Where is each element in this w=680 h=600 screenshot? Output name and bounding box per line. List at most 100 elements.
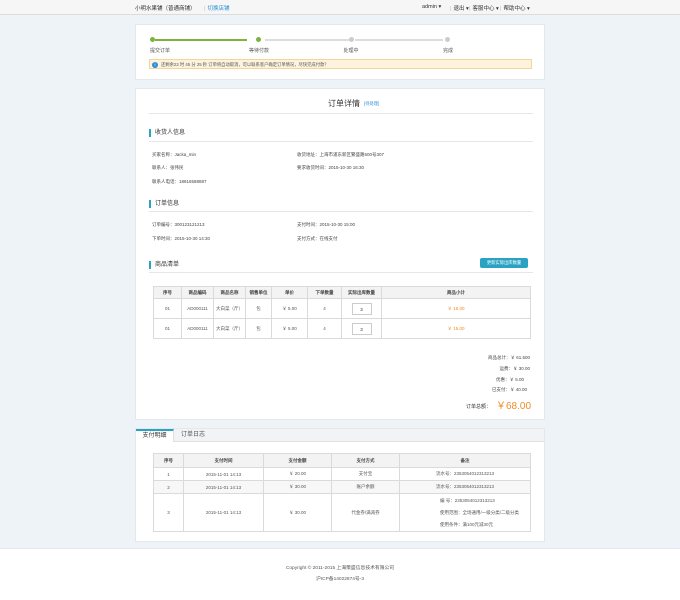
order-number-value: 300123121213 <box>174 222 205 227</box>
column-header: 销售单位 <box>245 286 272 299</box>
row-no: 1 <box>153 467 184 481</box>
order-total-label: 订单总额： <box>466 404 492 410</box>
coupon-condition: 使用条件：满100元减30元 <box>440 521 494 527</box>
payment-method: 支付方式：在线支付 <box>297 236 338 242</box>
sales-unit: 包 <box>245 318 272 339</box>
actual-quantity-input[interactable]: 3 <box>351 322 372 335</box>
payment-amount: ￥ 30.00 <box>263 493 332 532</box>
chevron-down-icon: ▾ <box>495 6 499 12</box>
sales-unit: 包 <box>245 298 272 319</box>
user-menu[interactable]: admin ▾ <box>422 4 441 10</box>
contact-name: 联系人：张伟民 <box>152 165 184 171</box>
step-label-await-payment: 等待付款 <box>248 48 270 54</box>
help-center-label: 帮助中心 <box>503 6 526 12</box>
payment-remarks: 编 号：2353054012313213 使用范围：全场通用/一级分类/二级分类… <box>399 493 531 532</box>
shop-name: 小明水果铺（普通商铺） <box>135 6 196 12</box>
table-row: 01 AD000111 大白菜（斤） 包 ￥ 5.00 4 3 ￥ 15.00 <box>153 318 531 339</box>
row-no: 3 <box>153 493 184 532</box>
order-quantity: 4 <box>307 318 342 339</box>
product-code: AD000111 <box>181 318 214 339</box>
payment-method: 账户余额 <box>331 480 400 494</box>
copyright-text: Copyright © 2011-2015 上海策盛信息技术有限公司 <box>285 566 395 571</box>
order-placed-time: 下单时间：2015-10-30 14:30 <box>152 236 210 242</box>
payment-amount: ￥ 20.00 <box>263 467 332 481</box>
chevron-down-icon: ▾ <box>438 4 442 10</box>
switch-shop-label: 切换店铺 <box>207 6 230 12</box>
goods-section-heading: 商品清单 <box>149 261 179 269</box>
column-header: 序号 <box>153 453 184 468</box>
payment-countdown-notice: i 还剩余23 时 45 分 25 秒 订单将自动取消，可以联系客户确定订单情况… <box>149 59 532 69</box>
actual-quantity-cell: 3 <box>341 318 382 339</box>
discount-label: 优惠： <box>495 377 510 382</box>
row-no: 01 <box>153 318 182 339</box>
contact-phone: 联系人电话：18816588887 <box>152 179 207 185</box>
order-quantity: 4 <box>307 298 342 319</box>
column-header: 商品名称 <box>213 286 246 299</box>
order-total-value: ￥68.00 <box>496 401 532 412</box>
switch-shop-link[interactable]: | 切换店铺 <box>204 4 229 12</box>
buyer-name: 买家名称：Jacka_min <box>152 152 196 158</box>
column-header: 商品编码 <box>181 286 214 299</box>
column-header: 支付时间 <box>183 453 264 468</box>
paid-value: ￥ 40.00 <box>509 387 527 392</box>
actual-quantity-cell: 3 <box>341 298 382 319</box>
notice-text: 还剩余23 时 45 分 25 秒 订单将自动取消，可以联系客户确定订单情况，尽… <box>161 62 329 67</box>
help-center-menu[interactable]: | 帮助中心 ▾ <box>500 4 530 12</box>
delivery-time-value: 2015-10-30 16:30 <box>328 165 365 170</box>
goods-total-value: ￥ 61.500 <box>510 355 530 360</box>
step-dot-submit <box>150 37 155 42</box>
paid-amount: 已支付：￥ 40.00 <box>466 387 527 393</box>
table-row: 1 2015-11-01 14:13 ￥ 20.00 支付宝 流水号：23530… <box>153 467 531 481</box>
phone-value: 18816588887 <box>179 179 207 184</box>
column-header: 支付方式 <box>331 453 400 468</box>
progress-line-1 <box>155 38 247 41</box>
shipping-label: 运费： <box>499 366 513 371</box>
payment-remarks: 流水号：2353054012313213 <box>399 467 531 481</box>
shipping-fee: 运费：￥ 30.00 <box>466 366 530 372</box>
product-name: 大白菜（斤） <box>213 318 246 339</box>
delivery-time: 要求收货时间：2015-10-30 16:30 <box>297 165 364 171</box>
service-center-menu[interactable]: | 客服中心 ▾ <box>469 4 499 12</box>
order-number-label: 订单编号： <box>152 222 175 227</box>
subtotal: ￥ 15.00 <box>381 318 531 339</box>
footer: Copyright © 2011-2015 上海策盛信息技术有限公司 沪ICP备… <box>0 548 680 600</box>
column-header: 实际出库数量 <box>341 286 382 299</box>
actual-quantity-input[interactable]: 3 <box>351 302 372 315</box>
update-actual-quantity-button[interactable]: 更新实际出库数量 <box>480 258 528 268</box>
goods-total-label: 商品总计： <box>487 355 511 360</box>
goods-table: 序号 商品编码 商品名称 销售单位 单价 下单数量 实际出库数量 商品小计 01… <box>153 286 531 339</box>
column-header: 序号 <box>153 286 182 299</box>
contact-value: 张伟民 <box>170 165 184 170</box>
table-row: 01 AD000111 大白菜（斤） 包 ￥ 5.00 4 3 ￥ 15.00 <box>153 298 531 319</box>
step-label-submit: 提交订单 <box>149 48 171 54</box>
product-code: AD000111 <box>181 298 214 319</box>
discount-value: ￥ 5.00 <box>509 377 524 382</box>
order-detail-panel: 订单详情 [待处理] 收货人信息 买家名称：Jacka_min 联系人：张伟民 … <box>135 88 545 420</box>
payment-time: 支付时间：2015-10-30 15:00 <box>297 222 355 228</box>
step-dot-await-payment <box>256 37 261 42</box>
logout-label: 退出 <box>453 6 465 12</box>
delivery-time-label: 要求收货时间： <box>297 165 329 170</box>
paid-label: 已支付： <box>491 387 510 392</box>
divider <box>149 272 533 273</box>
payment-method-value: 在线支付 <box>319 236 338 241</box>
top-bar: 小明水果铺（普通商铺） | 切换店铺 admin ▾ | 退出 ▾ | 客服中心 ▾ … <box>0 0 680 15</box>
buyer-name-value: Jacka_min <box>174 152 197 157</box>
shipping-value: ￥ 30.00 <box>512 366 530 371</box>
tab-order-log[interactable]: 订单日志 <box>174 429 212 442</box>
phone-label: 联系人电话： <box>152 179 179 184</box>
coupon-number: 编 号：2353054012313213 <box>440 497 495 503</box>
buyer-name-label: 买家名称： <box>152 152 175 157</box>
payment-table: 序号 支付时间 支付金额 支付方式 备注 1 2015-11-01 14:13 … <box>153 453 531 532</box>
table-header-row: 序号 商品编码 商品名称 销售单位 单价 下单数量 实际出库数量 商品小计 <box>153 286 531 299</box>
unit-price: ￥ 5.00 <box>271 318 308 339</box>
info-icon: i <box>152 61 158 68</box>
service-center-label: 客服中心 <box>472 6 495 12</box>
receiver-section-heading: 收货人信息 <box>149 129 185 137</box>
order-status-link[interactable]: [待处理] <box>364 101 379 107</box>
page-title: 订单详情 <box>328 99 360 108</box>
tab-payment-details[interactable]: 支付明细 <box>136 429 174 442</box>
logout-menu[interactable]: | 退出 ▾ <box>450 4 469 12</box>
coupon-scope: 使用范围：全场通用/一级分类/二级分类 <box>440 509 519 515</box>
address-value: 上海市浦东新区繁盛路500号307 <box>319 152 385 157</box>
